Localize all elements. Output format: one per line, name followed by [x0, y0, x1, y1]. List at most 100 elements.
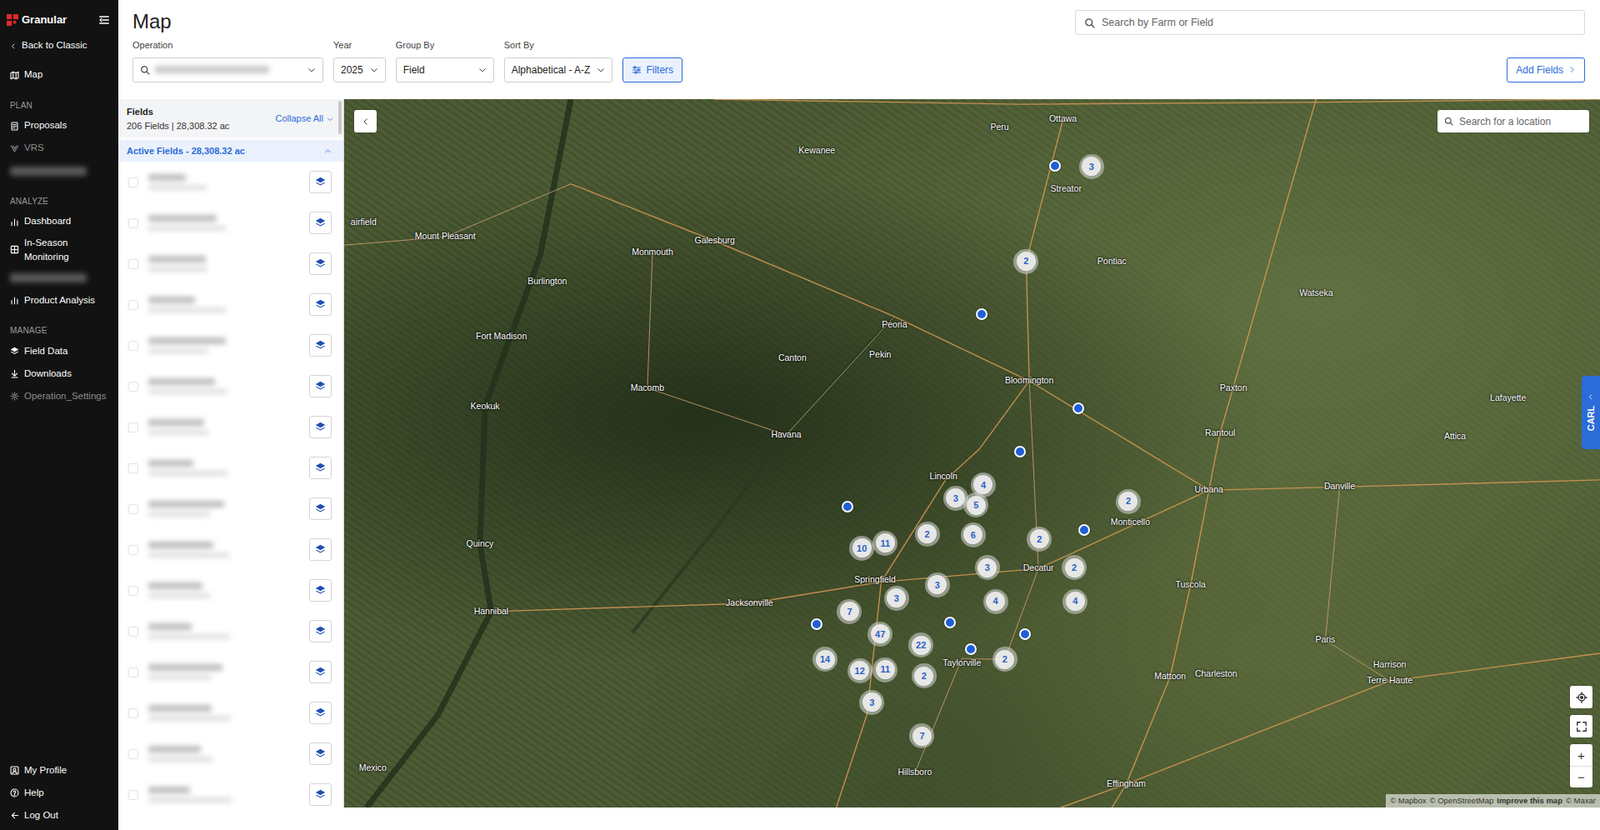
- collapse-sidebar-button[interactable]: [98, 14, 110, 26]
- field-pin[interactable]: [841, 500, 854, 513]
- layers-button[interactable]: [309, 620, 332, 643]
- field-checkbox[interactable]: [128, 340, 139, 351]
- field-row[interactable]: [118, 447, 344, 489]
- field-cluster[interactable]: 14: [812, 646, 838, 672]
- sidebar-item[interactable]: Operation_Settings: [0, 385, 119, 408]
- field-row[interactable]: [118, 570, 344, 611]
- field-row[interactable]: [118, 243, 344, 285]
- field-pin[interactable]: [1049, 160, 1061, 172]
- sidebar-item[interactable]: Help: [0, 781, 119, 805]
- field-cluster[interactable]: 4: [1062, 589, 1088, 615]
- filter-select[interactable]: Alphabetical - A-Z: [504, 57, 614, 83]
- filters-button[interactable]: Filters: [622, 57, 683, 83]
- layers-button[interactable]: [309, 456, 332, 480]
- sidebar-item[interactable]: Proposals: [0, 115, 119, 138]
- sidebar-item[interactable]: Dashboard: [0, 210, 119, 234]
- sidebar-item[interactable]: [0, 266, 119, 290]
- field-pin[interactable]: [975, 308, 988, 320]
- zoom-in-button[interactable]: +: [1570, 744, 1593, 766]
- field-checkbox[interactable]: [128, 504, 139, 515]
- field-checkbox[interactable]: [128, 790, 139, 800]
- field-row[interactable]: [118, 406, 344, 448]
- filter-select[interactable]: [132, 57, 324, 83]
- field-row[interactable]: [118, 365, 344, 407]
- field-cluster[interactable]: 2: [1115, 489, 1141, 515]
- field-row[interactable]: [118, 733, 344, 775]
- field-cluster[interactable]: 2: [911, 663, 937, 689]
- field-pin[interactable]: [1072, 402, 1085, 415]
- field-cluster[interactable]: 10: [849, 535, 875, 561]
- location-search[interactable]: Search for a location: [1437, 110, 1590, 133]
- layers-button[interactable]: [309, 701, 332, 725]
- field-cluster[interactable]: 6: [960, 522, 986, 548]
- field-cluster[interactable]: 2: [1061, 555, 1087, 580]
- field-cluster[interactable]: 2: [1013, 249, 1039, 275]
- attribution-link[interactable]: © Mapbox: [1390, 795, 1426, 807]
- collapse-panel-button[interactable]: [354, 110, 377, 133]
- layers-button[interactable]: [309, 783, 332, 806]
- sidebar-item[interactable]: Log Out: [0, 804, 119, 827]
- sidebar-item[interactable]: My Profile: [0, 759, 119, 782]
- add-fields-button[interactable]: Add Fields: [1506, 57, 1585, 83]
- field-checkbox[interactable]: [128, 749, 139, 760]
- field-checkbox[interactable]: [128, 545, 139, 555]
- field-row[interactable]: [118, 202, 344, 244]
- field-row[interactable]: [118, 284, 344, 325]
- zoom-out-button[interactable]: −: [1570, 765, 1593, 788]
- field-cluster[interactable]: 3: [925, 572, 950, 598]
- sidebar-item[interactable]: Map: [0, 64, 119, 87]
- field-cluster[interactable]: 47: [867, 621, 893, 647]
- field-row[interactable]: [118, 692, 344, 734]
- field-cluster[interactable]: 5: [963, 492, 989, 518]
- layers-button[interactable]: [309, 497, 332, 520]
- field-cluster[interactable]: 11: [872, 657, 898, 683]
- filter-select[interactable]: 2025: [333, 57, 386, 83]
- layers-button[interactable]: [309, 211, 332, 235]
- fullscreen-button[interactable]: [1570, 715, 1593, 738]
- field-pin[interactable]: [1019, 628, 1031, 640]
- field-cluster[interactable]: 2: [915, 521, 940, 547]
- filter-select[interactable]: Field: [395, 57, 495, 83]
- back-to-classic-link[interactable]: Back to Classic: [0, 35, 119, 58]
- attribution-link[interactable]: © OpenStreetMap: [1430, 795, 1495, 807]
- layers-button[interactable]: [309, 579, 332, 602]
- field-checkbox[interactable]: [128, 585, 139, 596]
- field-row[interactable]: [118, 774, 344, 808]
- field-cluster[interactable]: 22: [908, 632, 934, 658]
- layers-button[interactable]: [309, 293, 332, 316]
- field-checkbox[interactable]: [128, 708, 139, 719]
- field-cluster[interactable]: 4: [983, 589, 1009, 615]
- attribution-link[interactable]: © Maxar: [1565, 795, 1596, 807]
- attribution-link[interactable]: Improve this map: [1496, 795, 1563, 807]
- field-checkbox[interactable]: [128, 259, 139, 270]
- field-pin[interactable]: [810, 618, 823, 630]
- farm-field-search[interactable]: Search by Farm or Field: [1075, 10, 1585, 35]
- field-row[interactable]: [118, 529, 344, 570]
- field-cluster[interactable]: 3: [1079, 154, 1105, 180]
- field-row[interactable]: [118, 325, 344, 366]
- field-checkbox[interactable]: [128, 463, 139, 474]
- sidebar-item[interactable]: Product Analysis: [0, 289, 119, 312]
- field-cluster[interactable]: 3: [884, 585, 910, 611]
- field-row[interactable]: [118, 488, 344, 530]
- layers-button[interactable]: [309, 660, 332, 684]
- field-cluster[interactable]: 7: [836, 599, 862, 625]
- field-cluster[interactable]: 2: [992, 646, 1018, 672]
- layers-button[interactable]: [309, 252, 332, 275]
- layers-button[interactable]: [309, 170, 332, 194]
- field-checkbox[interactable]: [128, 177, 139, 188]
- field-cluster[interactable]: 3: [859, 690, 885, 715]
- field-pin[interactable]: [965, 643, 977, 655]
- field-cluster[interactable]: 12: [847, 658, 873, 684]
- field-row[interactable]: [118, 651, 344, 693]
- sidebar-item[interactable]: In-Season Monitoring: [0, 233, 119, 268]
- sidebar-item[interactable]: Downloads: [0, 362, 119, 385]
- layers-button[interactable]: [309, 415, 332, 439]
- field-group-header[interactable]: Active Fields - 28,308.32 ac: [118, 140, 344, 162]
- field-cluster[interactable]: 7: [909, 723, 935, 749]
- layers-button[interactable]: [309, 334, 332, 357]
- field-checkbox[interactable]: [128, 667, 139, 678]
- layers-button[interactable]: [309, 375, 332, 398]
- field-pin[interactable]: [1014, 445, 1026, 458]
- field-row[interactable]: [118, 161, 344, 203]
